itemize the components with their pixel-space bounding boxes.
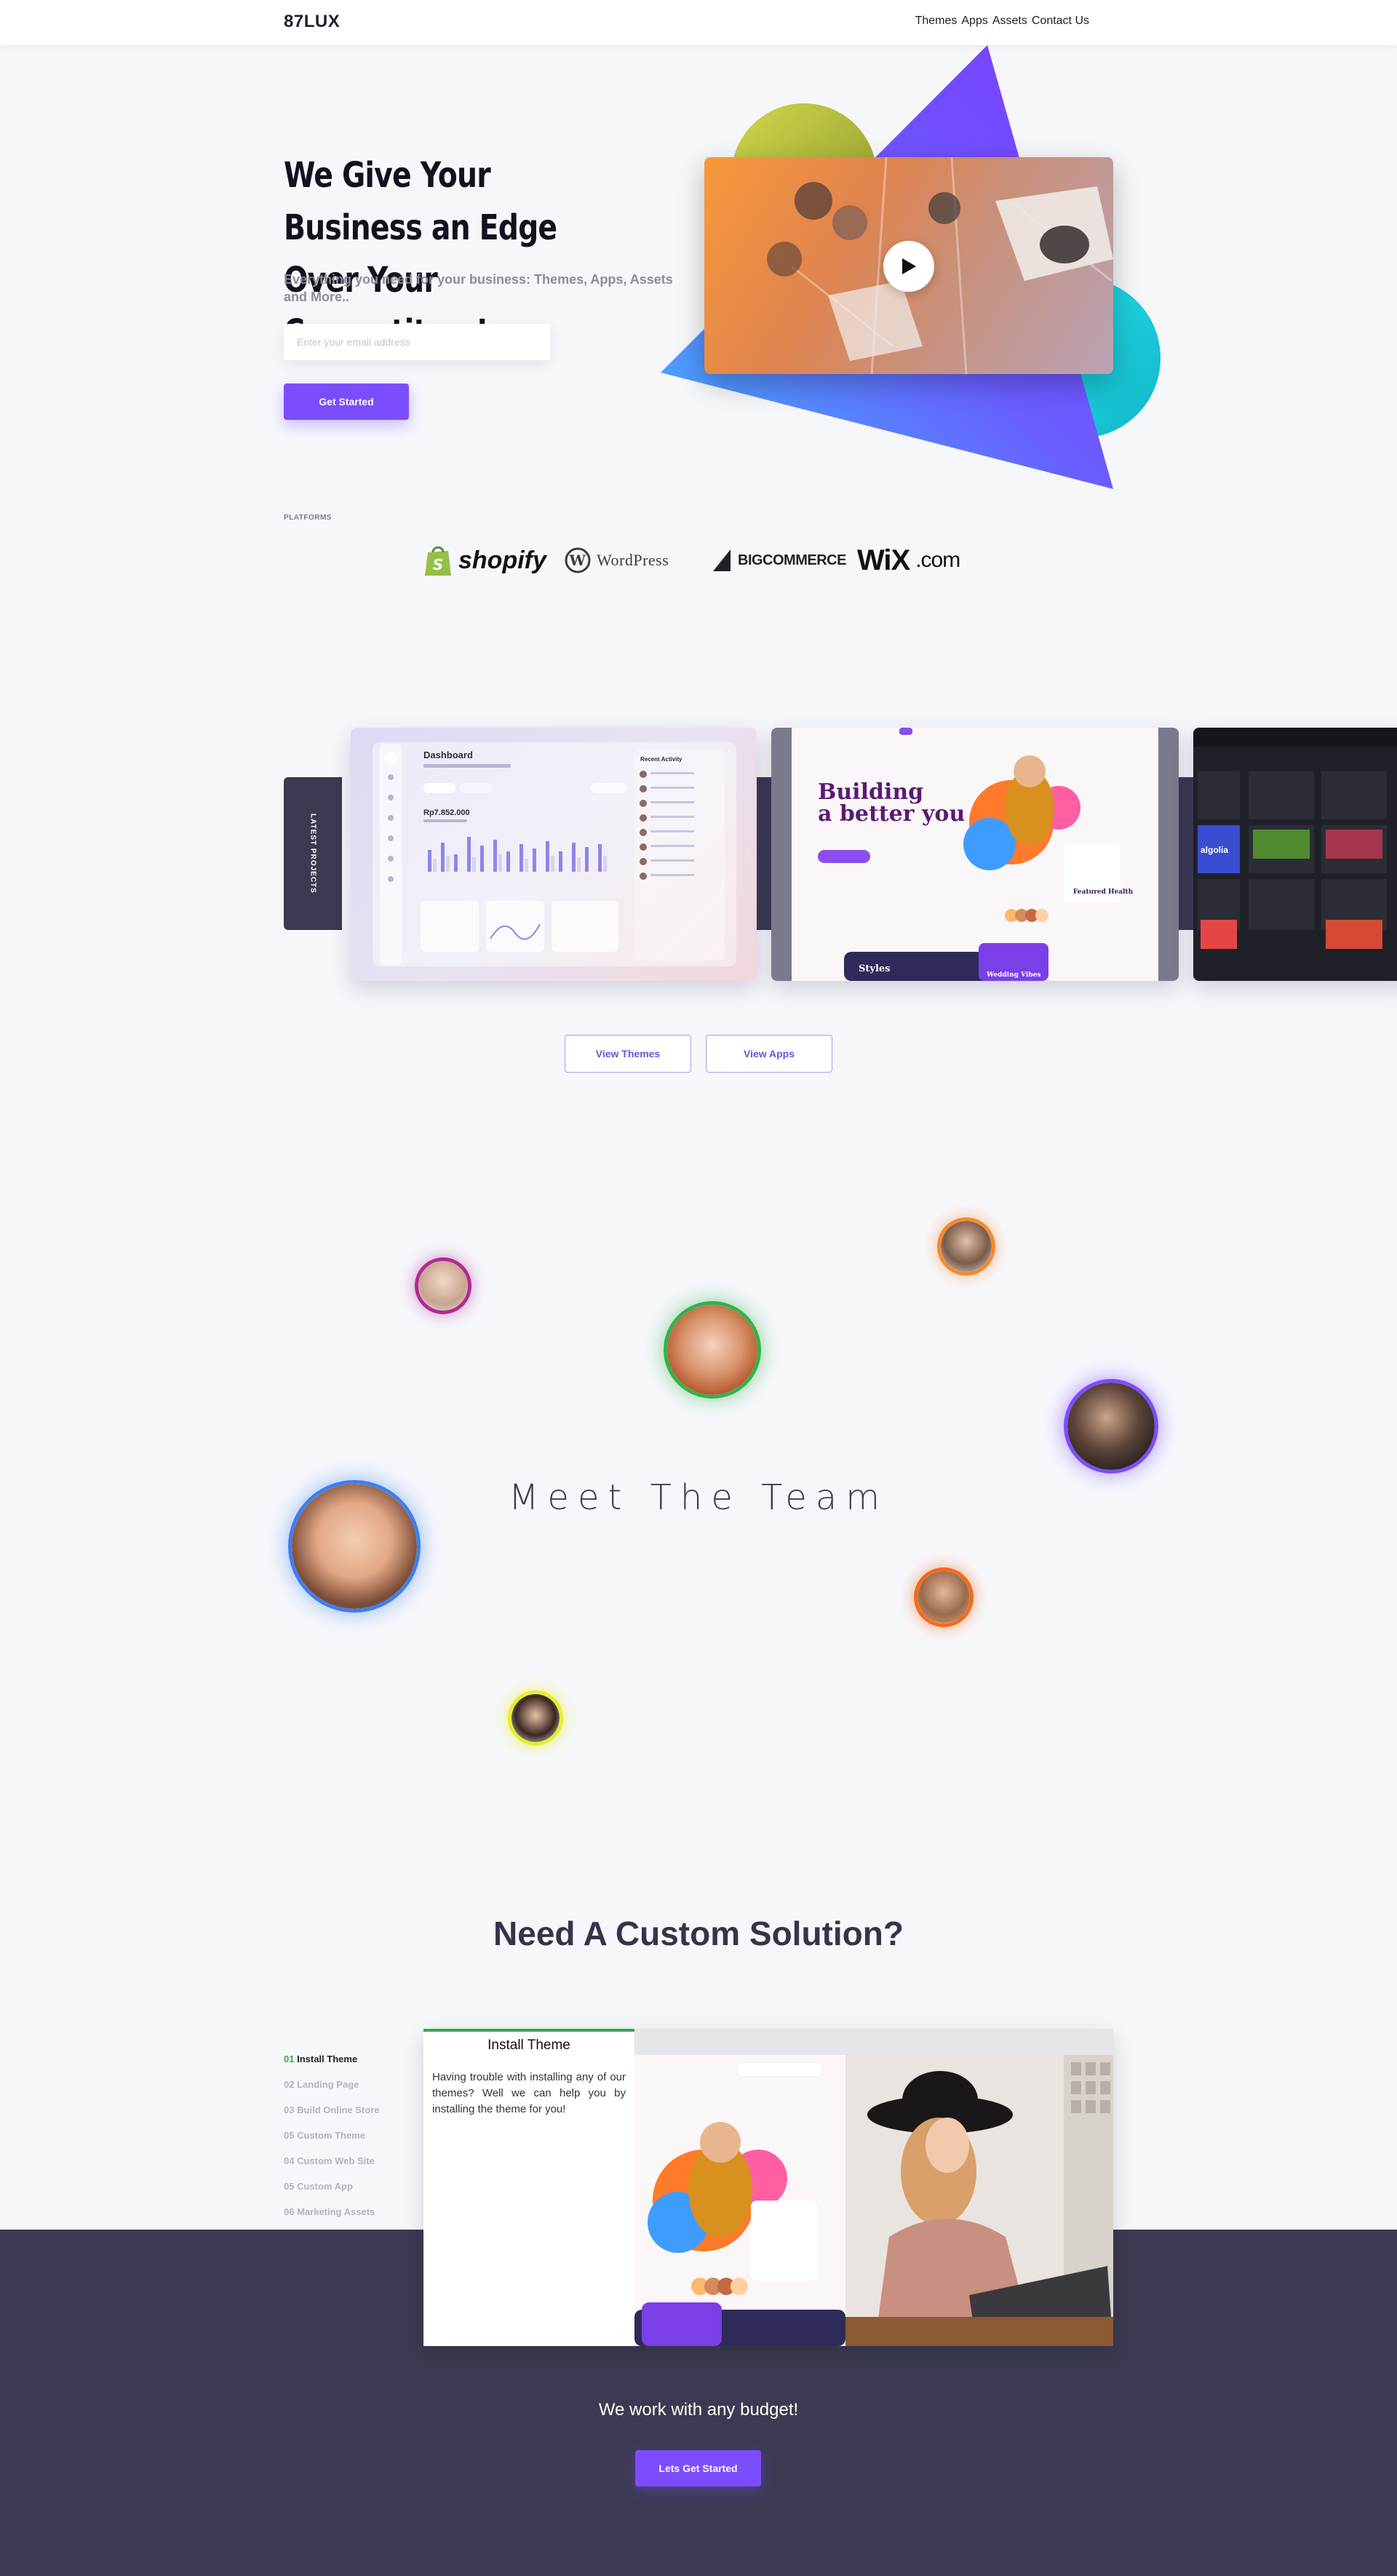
service-number: 04	[284, 2155, 295, 2166]
hero-subtitle: Everything you need for your business: T…	[284, 272, 673, 305]
service-label: Custom Theme	[297, 2130, 365, 2141]
bigcommerce-logo-text: BIGCOMMERCE	[738, 552, 846, 568]
shopify-bag-icon: S	[425, 546, 451, 576]
latest-projects-label: LATEST PROJECTS	[309, 814, 317, 894]
service-number: 03	[284, 2104, 295, 2115]
custom-solution-title: Need A Custom Solution?	[493, 1915, 904, 1952]
avatar-photo	[918, 1571, 970, 1623]
service-number: 05	[284, 2181, 295, 2192]
shopify-logo[interactable]: S shopify	[423, 540, 546, 581]
team-member-avatar[interactable]	[415, 1257, 471, 1314]
brand-logo[interactable]: 87LUX	[284, 12, 340, 32]
dashboard-title: Dashboard	[423, 750, 473, 760]
service-label: Custom App	[297, 2181, 353, 2192]
lets-get-started-button[interactable]: Lets Get Started	[635, 2450, 761, 2486]
avatar-photo	[667, 1305, 757, 1395]
get-started-button[interactable]: Get Started	[284, 383, 409, 420]
team-member-avatar[interactable]	[937, 1217, 995, 1276]
avatar-photo	[512, 1694, 560, 1742]
service-label: Marketing Assets	[297, 2206, 375, 2217]
service-theme-preview	[634, 2055, 845, 2346]
dashboard-amount: Rp7.852.000	[423, 808, 470, 817]
team-member-avatar[interactable]	[1064, 1379, 1158, 1474]
store-headline-2: a better you	[818, 801, 965, 827]
platforms-label: PLATFORMS	[284, 514, 332, 522]
view-apps-button[interactable]: View Apps	[706, 1035, 832, 1073]
nav-link-contact[interactable]: Contact Us	[1032, 15, 1089, 28]
avatar-photo	[418, 1261, 468, 1311]
store-featured: Featured Health	[1073, 889, 1134, 896]
service-label: Build Online Store	[297, 2104, 380, 2115]
service-number: 06	[284, 2206, 295, 2217]
wix-logo-domain: .com	[915, 548, 960, 572]
project-card-dashboard[interactable]: Dashboard Rp7.852.000 Recent Activity	[351, 728, 757, 981]
budget-text: We work with any budget!	[598, 2400, 799, 2420]
avatar-photo	[1067, 1383, 1155, 1470]
play-icon	[902, 258, 916, 274]
service-item-custom-app[interactable]: 05 Custom App	[284, 2174, 380, 2199]
dashboard-preview: Dashboard Rp7.852.000 Recent Activity	[373, 742, 736, 966]
service-number: 01	[284, 2054, 295, 2064]
view-themes-button[interactable]: View Themes	[565, 1035, 691, 1073]
project-strip-divider	[757, 777, 771, 930]
service-item-custom-theme[interactable]: 05 Custom Theme	[284, 2123, 380, 2148]
service-item-online-store[interactable]: 03 Build Online Store	[284, 2097, 380, 2123]
store-wedding: Wedding Vibes	[986, 971, 1040, 979]
store-preview: Building a better you Featured Health St…	[792, 728, 1158, 981]
team-member-avatar[interactable]	[914, 1567, 974, 1627]
service-number: 02	[284, 2079, 295, 2090]
avatar-photo	[941, 1221, 992, 1272]
service-detail-title: Install Theme	[487, 2038, 570, 2053]
service-item-install-theme[interactable]: 01 Install Theme	[284, 2046, 380, 2072]
algolia-label: algolia	[1201, 845, 1228, 855]
dashboard-side-title: Recent Activity	[640, 756, 682, 763]
email-input[interactable]	[284, 324, 550, 360]
latest-projects-tab: LATEST PROJECTS	[284, 777, 342, 930]
wix-logo-text: WiX	[857, 544, 910, 576]
service-label: Install Theme	[297, 2054, 358, 2064]
store-styles: Styles	[859, 963, 890, 974]
team-member-avatar[interactable]	[664, 1301, 761, 1399]
dark-app-preview: algolia	[1193, 728, 1397, 949]
nav-links: Themes Apps Assets Contact Us	[915, 15, 1089, 28]
wix-logo[interactable]: WiX .com	[857, 540, 960, 581]
wordpress-icon: W	[565, 547, 591, 573]
team-member-avatar[interactable]	[508, 1690, 563, 1746]
service-item-landing-page[interactable]: 02 Landing Page	[284, 2072, 380, 2097]
svg-text:S: S	[433, 556, 443, 573]
bigcommerce-icon	[713, 549, 731, 571]
service-item-custom-web-site[interactable]: 04 Custom Web Site	[284, 2148, 380, 2174]
nav-link-apps[interactable]: Apps	[961, 15, 987, 28]
wordpress-logo-text: WordPress	[597, 551, 669, 569]
service-label: Custom Web Site	[297, 2155, 375, 2166]
bigcommerce-logo[interactable]: BIGCOMMERCE	[713, 540, 846, 581]
shopify-logo-text: shopify	[458, 546, 546, 574]
nav-link-themes[interactable]: Themes	[915, 15, 958, 28]
services-list: 01 Install Theme 02 Landing Page 03 Buil…	[284, 2046, 380, 2225]
service-detail-description: Having trouble with installing any of ou…	[432, 2071, 626, 2115]
project-card-dark[interactable]: algolia	[1193, 728, 1397, 981]
service-label: Landing Page	[297, 2079, 359, 2090]
wordpress-logo[interactable]: W WordPress	[565, 540, 669, 581]
service-detail-panel: Install Theme Having trouble with instal…	[423, 2029, 1113, 2346]
play-button[interactable]	[883, 241, 934, 292]
service-detail-text: Install Theme Having trouble with instal…	[423, 2029, 634, 2346]
svg-text:W: W	[569, 552, 586, 569]
nav-link-assets[interactable]: Assets	[992, 15, 1027, 28]
project-strip-divider	[1179, 777, 1193, 930]
project-card-store[interactable]: Building a better you Featured Health St…	[771, 728, 1179, 981]
top-nav: 87LUX Themes Apps Assets Contact Us	[0, 0, 1397, 45]
meet-the-team-title: Meet The Team	[509, 1477, 888, 1518]
hero-video[interactable]	[704, 157, 1113, 374]
service-item-marketing-assets[interactable]: 06 Marketing Assets	[284, 2199, 380, 2225]
service-number: 05	[284, 2130, 295, 2141]
service-photo	[845, 2055, 1113, 2346]
